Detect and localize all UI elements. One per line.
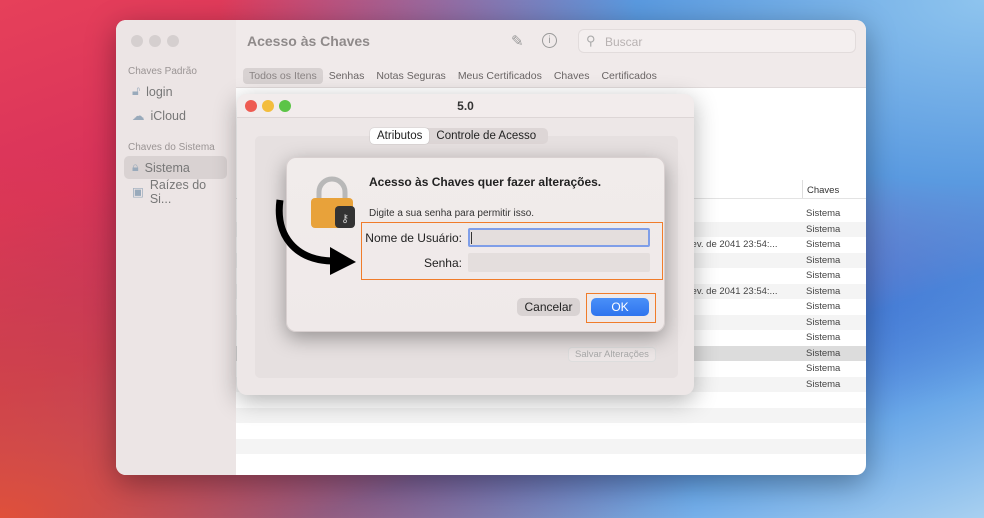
cancel-button[interactable]: Cancelar [517,298,580,316]
tab-access-control[interactable]: Controle de Acesso [429,128,548,144]
cell-keychain: Sistema [806,332,841,343]
password-label: Senha: [423,256,462,270]
username-field[interactable] [468,228,650,247]
cell-keychain: Sistema [806,378,841,390]
cell-keychain: Sistema [806,301,841,312]
info-title: 5.0 [457,99,474,113]
cabinet-icon: ▣ [132,185,144,199]
tab-all-items[interactable]: Todos os Itens [243,68,323,84]
cell-keychain: Sistema [806,363,841,374]
cell-keychain: Sistema [806,285,841,297]
cell-keychain: Sistema [806,270,841,281]
cell-keychain: Sistema [806,347,841,359]
search-input[interactable]: ⚲ Buscar [578,29,856,53]
minimize-button[interactable] [149,35,161,47]
lock-icon: 🔒︎ [132,160,139,174]
segmented-tabs: Atributos Controle de Acesso [370,128,549,144]
ok-button[interactable]: OK [591,298,649,316]
cell-expires: e fev. de 2041 23:54:... [681,239,778,250]
empty-row [236,423,866,439]
text-cursor [471,232,472,244]
sidebar-item-sistema[interactable]: 🔒︎ Sistema [124,156,227,179]
close-button[interactable] [131,35,143,47]
password-field[interactable] [468,253,650,272]
tab-certificates[interactable]: Certificados [595,68,662,84]
section-default-keychains: Chaves Padrão [128,66,197,77]
unlocked-icon: 🔓︎ [132,84,141,98]
tab-attributes[interactable]: Atributos [370,128,430,144]
empty-row [236,407,866,423]
username-label: Nome de Usuário: [365,231,462,245]
cell-keychain: Sistema [806,208,841,219]
section-system-keychains: Chaves do Sistema [128,142,215,153]
category-tabs: Todos os Itens Senhas Notas Seguras Meus… [243,68,663,84]
sidebar: Chaves Padrão 🔓︎ login ☁ iCloud Chaves do … [116,20,236,475]
compose-icon[interactable]: ✎ [511,32,524,50]
zoom-button[interactable] [167,35,179,47]
toolbar: Acesso às Chaves ✎ i ⚲ Buscar Todos os It… [236,20,866,88]
window-title: Acesso às Chaves [247,33,370,49]
tab-my-certificates[interactable]: Meus Certificados [452,68,548,84]
cell-expires: e fev. de 2041 23:54:... [681,285,778,297]
search-icon: ⚲ [586,33,596,48]
arrow-annotation-icon [275,199,356,275]
cell-keychain: Sistema [806,223,841,235]
column-header-keychain[interactable]: Chaves [802,180,839,198]
auth-message: Digite a sua senha para permitir isso. [369,208,535,219]
cell-keychain: Sistema [806,239,841,250]
tab-passwords[interactable]: Senhas [323,68,371,84]
cloud-icon: ☁ [132,109,145,123]
sidebar-item-icloud[interactable]: ☁ iCloud [124,104,227,127]
tab-keys[interactable]: Chaves [548,68,596,84]
auth-heading: Acesso às Chaves quer fazer alterações. [369,175,602,189]
cell-keychain: Sistema [806,254,841,266]
empty-row [236,438,866,454]
save-changes-button[interactable]: Salvar Alterações [568,347,656,362]
tab-secure-notes[interactable]: Notas Seguras [370,68,451,84]
cell-keychain: Sistema [806,316,841,328]
info-icon[interactable]: i [542,33,557,48]
sidebar-item-raizes[interactable]: ▣ Raízes do Si... [124,178,227,206]
sidebar-item-login[interactable]: 🔓︎ login [124,80,227,103]
